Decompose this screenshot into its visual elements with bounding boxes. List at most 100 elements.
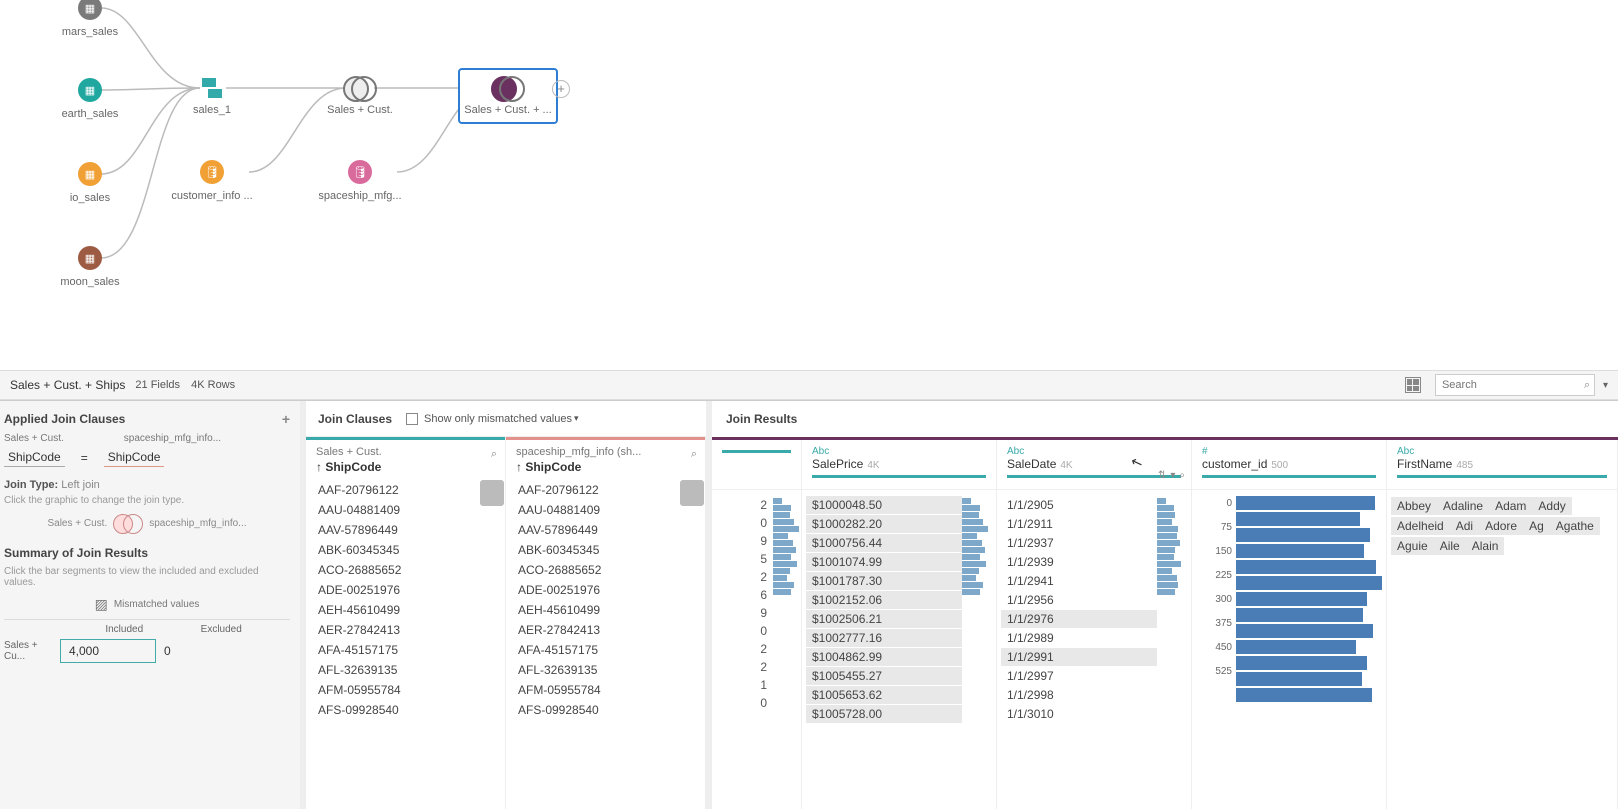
included-value[interactable]: 4,000 [60,639,156,663]
grid-view-icon[interactable] [1405,377,1421,393]
cell[interactable]: $1000048.50 [806,496,962,514]
table-icon [78,0,102,20]
search-input[interactable] [1442,379,1584,391]
checkbox-icon[interactable] [406,413,418,425]
node-io-sales[interactable]: io_sales [40,162,140,204]
cell[interactable]: $1000282.20 [806,515,962,533]
list-item[interactable]: ACO-26885652 [306,560,505,580]
sort-icon[interactable]: ⇅ [1158,470,1166,481]
cell[interactable]: 1/1/2911 [1001,515,1157,533]
cell[interactable]: Adi [1450,517,1479,535]
cell[interactable]: $1005653.62 [806,686,962,704]
jc-left-list[interactable]: AAF-20796122AAU-04881409AAV-57896449ABK-… [306,476,505,809]
list-item[interactable]: ADE-00251976 [506,580,705,600]
node-spaceship-mfg[interactable]: spaceship_mfg... [310,160,410,202]
col-saleprice[interactable]: Abc SalePrice4K $1000048.50$1000282.20$1… [802,440,997,809]
search-icon[interactable]: ⌕ [691,448,697,461]
cell[interactable]: 1/1/2941 [1001,572,1157,590]
col-firstname[interactable]: Abc FirstName485 AbbeyAdalineAdamAddyAde… [1387,440,1618,809]
node-sales-cust[interactable]: Sales + Cust. [310,76,410,116]
col-saledate[interactable]: Abc SaleDate4K ⇅▾⌕ ↖ 1/1/29051/1/29111/1… [997,440,1192,809]
cell[interactable]: 1/1/2976 [1001,610,1157,628]
col-customer-id[interactable]: # customer_id500 075150225300375450525 [1192,440,1387,809]
cell[interactable]: Adam [1489,497,1532,515]
mismatched-filter[interactable]: Show only mismatched values ▾ [406,413,579,425]
cell[interactable]: $1000756.44 [806,534,962,552]
cell[interactable]: 1/1/2989 [1001,629,1157,647]
add-clause-button[interactable]: + [282,411,290,427]
list-item[interactable]: AFA-45157175 [506,640,705,660]
jc-right-field[interactable]: ↑ ShipCode [516,460,695,474]
list-item[interactable]: AER-27842413 [506,620,705,640]
list-item[interactable]: AAV-57896449 [506,520,705,540]
cell[interactable]: $1002777.16 [806,629,962,647]
cell[interactable]: Alain [1466,537,1505,555]
clause-field-left[interactable]: ShipCode [4,448,65,467]
list-item[interactable]: AFS-09928540 [506,700,705,720]
cell[interactable]: 1/1/2937 [1001,534,1157,552]
node-earth-sales[interactable]: earth_sales [40,78,140,120]
node-sales-1[interactable]: sales_1 [162,76,262,116]
list-item[interactable]: ACO-26885652 [506,560,705,580]
node-moon-sales[interactable]: moon_sales [40,246,140,288]
chevron-down-icon[interactable]: ▾ [1170,470,1175,481]
cell[interactable]: $1005728.00 [806,705,962,723]
scrollbar-thumb[interactable] [480,480,504,506]
list-item[interactable]: AFS-09928540 [306,700,505,720]
list-item[interactable]: AFM-05955784 [306,680,505,700]
scrollbar-thumb[interactable] [680,480,704,506]
cell[interactable]: Adelheid [1391,517,1450,535]
jc-left-field[interactable]: ↑ ShipCode [316,460,495,474]
list-item[interactable]: AAU-04881409 [506,500,705,520]
cell[interactable]: $1004862.99 [806,648,962,666]
cell[interactable]: $1002152.06 [806,591,962,609]
list-item[interactable]: AAV-57896449 [306,520,505,540]
chevron-down-icon[interactable]: ▾ [1603,380,1608,391]
clause-field-right[interactable]: ShipCode [104,448,165,467]
search-icon[interactable]: ⌕ [1179,470,1185,481]
cell[interactable]: 1/1/2991 [1001,648,1157,666]
list-item[interactable]: AAU-04881409 [306,500,505,520]
search-icon[interactable]: ⌕ [491,448,497,461]
list-item[interactable]: AER-27842413 [306,620,505,640]
cell[interactable]: $1005455.27 [806,667,962,685]
cell[interactable]: Aile [1434,537,1466,555]
cell[interactable]: 1/1/3010 [1001,705,1157,723]
jc-right-list[interactable]: AAF-20796122AAU-04881409AAV-57896449ABK-… [506,476,705,809]
cell[interactable]: 1/1/2956 [1001,591,1157,609]
list-item[interactable]: AFA-45157175 [306,640,505,660]
cell[interactable]: 1/1/2939 [1001,553,1157,571]
cell[interactable]: 1/1/2905 [1001,496,1157,514]
cell[interactable]: $1002506.21 [806,610,962,628]
list-item[interactable]: AEH-45610499 [506,600,705,620]
list-item[interactable]: AAF-20796122 [306,480,505,500]
cell[interactable]: 1/1/2998 [1001,686,1157,704]
list-item[interactable]: AFM-05955784 [506,680,705,700]
cell[interactable]: $1001074.99 [806,553,962,571]
cell[interactable]: Aguie [1391,537,1434,555]
cell[interactable]: Abbey [1391,497,1437,515]
cell[interactable]: Ag [1523,517,1550,535]
table-icon [78,162,102,186]
flow-canvas[interactable]: mars_sales earth_sales io_sales moon_sal… [0,0,1618,370]
cell[interactable]: $1001787.30 [806,572,962,590]
venn-icon[interactable] [113,514,143,532]
list-item[interactable]: AFL-32639135 [306,660,505,680]
add-step-button[interactable]: + [552,80,570,98]
join-type-selector[interactable]: Sales + Cust. spaceship_mfg_info... [4,514,290,532]
search-box[interactable]: ⌕ [1435,374,1595,396]
list-item[interactable]: ADE-00251976 [306,580,505,600]
list-item[interactable]: AEH-45610499 [306,600,505,620]
node-customer-info[interactable]: customer_info ... [162,160,262,202]
node-mars-sales[interactable]: mars_sales [40,0,140,38]
cell[interactable]: Adore [1479,517,1523,535]
list-item[interactable]: ABK-60345345 [506,540,705,560]
node-sales-cust-ships[interactable]: Sales + Cust. + ... [458,68,558,124]
cell[interactable]: Agathe [1550,517,1600,535]
list-item[interactable]: AFL-32639135 [506,660,705,680]
list-item[interactable]: AAF-20796122 [506,480,705,500]
cell[interactable]: 1/1/2997 [1001,667,1157,685]
cell[interactable]: Adaline [1437,497,1489,515]
list-item[interactable]: ABK-60345345 [306,540,505,560]
cell[interactable]: Addy [1532,497,1571,515]
